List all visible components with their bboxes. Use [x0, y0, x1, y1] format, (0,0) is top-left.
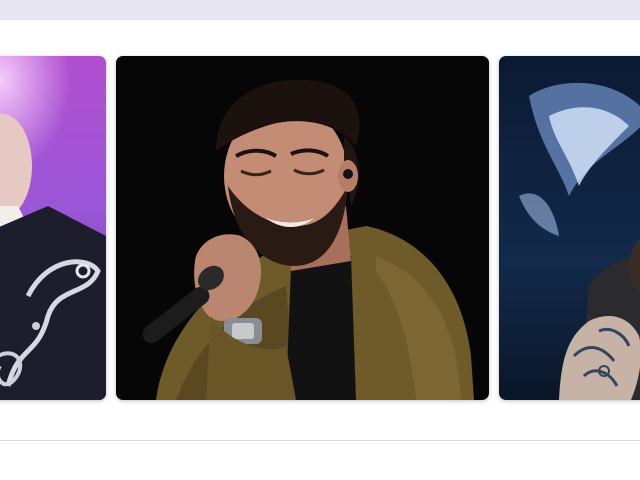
singer-photo: [116, 56, 489, 400]
image-carousel: [0, 20, 640, 441]
image-card-left[interactable]: [0, 56, 106, 400]
top-bar: [0, 0, 640, 21]
image-card-right[interactable]: [499, 56, 640, 400]
performer-photo-right: [499, 56, 640, 400]
performer-photo-left: [0, 56, 106, 400]
image-card-center[interactable]: [116, 56, 489, 400]
